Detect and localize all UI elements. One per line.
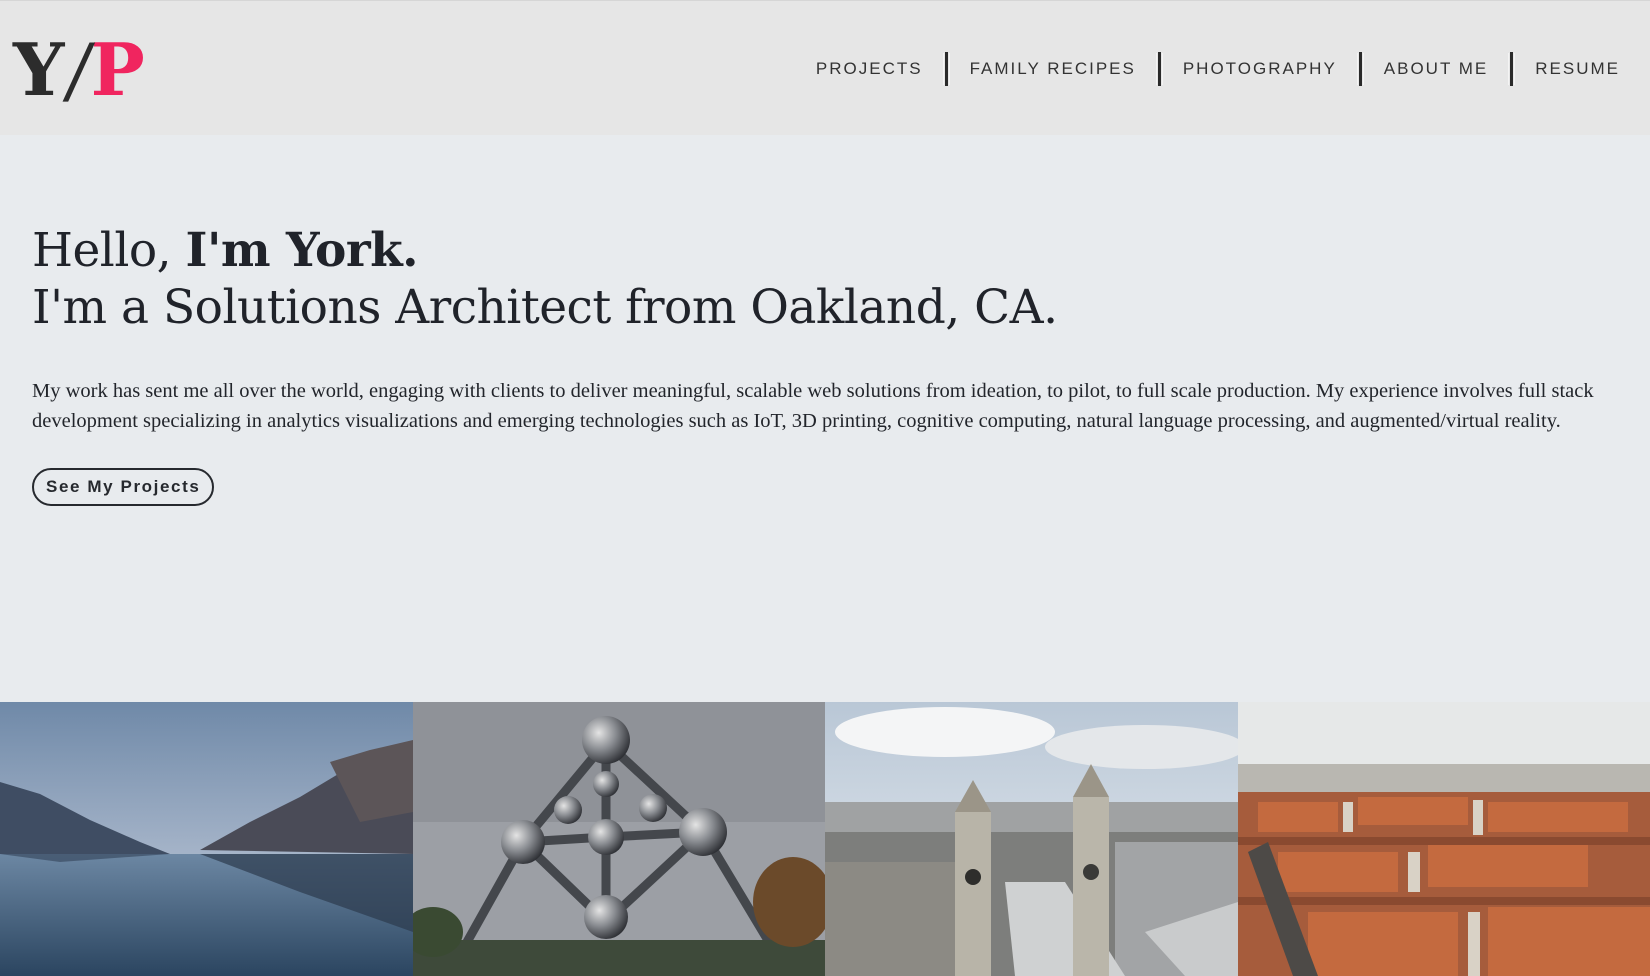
hero-greeting: Hello, (32, 223, 186, 278)
atomium-image (413, 702, 825, 976)
rooftops-city-photo[interactable] (1238, 702, 1650, 976)
hero-tagline: I'm a Solutions Architect from Oakland, … (32, 280, 1058, 335)
see-my-projects-button[interactable]: See My Projects (32, 468, 215, 506)
atomium-photo[interactable] (413, 702, 825, 976)
nav-about-me[interactable]: ABOUT ME (1366, 41, 1506, 97)
nav-divider (1510, 52, 1514, 86)
nav-family-recipes[interactable]: FAMILY RECIPES (952, 41, 1154, 97)
site-logo[interactable]: Y/P (13, 27, 146, 112)
lake-mountains-image (0, 702, 413, 976)
hero-section: Hello, I'm York. I'm a Solutions Archite… (32, 222, 1622, 506)
logo-letter-y: Y (13, 27, 66, 112)
rooftops-city-image (1238, 702, 1650, 976)
hero-bio: My work has sent me all over the world, … (32, 380, 1594, 432)
hero-headline: Hello, I'm York. I'm a Solutions Archite… (32, 222, 1622, 336)
nav-divider (1157, 52, 1161, 86)
nav-divider (944, 52, 948, 86)
logo-letter-p: P (90, 27, 146, 112)
nav-resume[interactable]: RESUME (1517, 41, 1638, 97)
nav-divider (1358, 52, 1362, 86)
cathedral-city-image (825, 702, 1238, 976)
nav-projects[interactable]: PROJECTS (798, 41, 941, 97)
nav-photography[interactable]: PHOTOGRAPHY (1165, 41, 1355, 97)
hero-name: I'm York. (185, 223, 419, 278)
site-header: Y/P PROJECTS FAMILY RECIPES PHOTOGRAPHY … (0, 0, 1650, 135)
cathedral-city-photo[interactable] (825, 702, 1238, 976)
photo-strip (0, 702, 1650, 976)
lake-mountains-photo[interactable] (0, 702, 413, 976)
main-nav: PROJECTS FAMILY RECIPES PHOTOGRAPHY ABOU… (798, 41, 1638, 97)
